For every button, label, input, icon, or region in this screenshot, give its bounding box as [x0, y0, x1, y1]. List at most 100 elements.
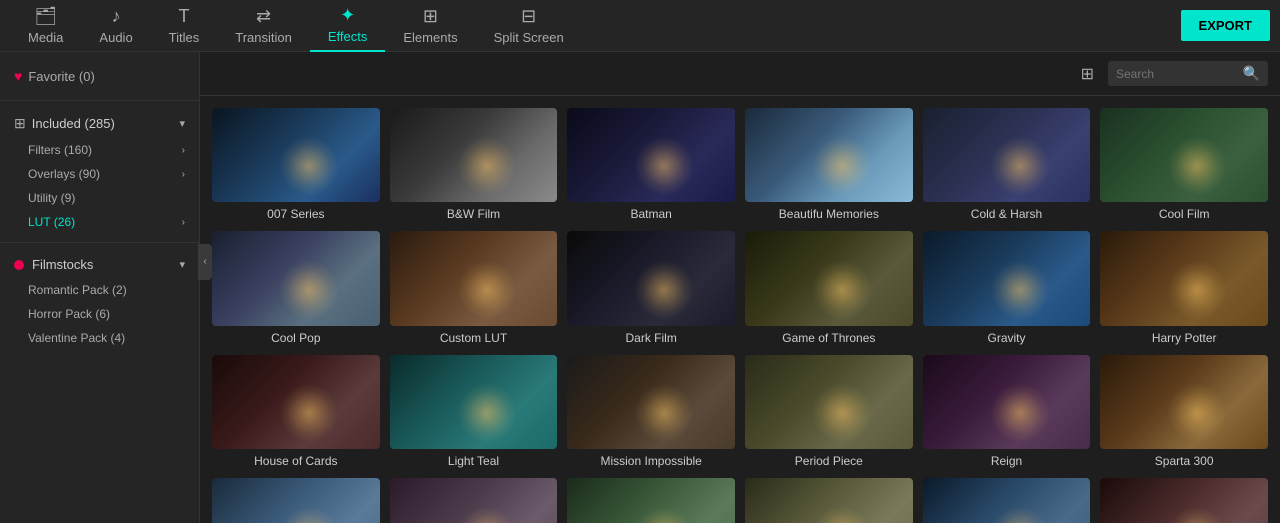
lens-flare-period [812, 383, 872, 443]
effect-item-batman[interactable]: Batman [567, 108, 735, 221]
nav-item-media[interactable]: 🗂 Media [10, 0, 81, 52]
sidebar-favorite[interactable]: ♥ Favorite (0) [0, 60, 199, 92]
nav-item-transition[interactable]: ⇄ Transition [217, 0, 310, 52]
effect-label-coolpop: Cool Pop [212, 331, 380, 345]
effect-thumb-img-hp [1100, 231, 1268, 325]
effect-item-got[interactable]: Game of Thrones [745, 231, 913, 344]
content-area: ⊞ 🔍 007 Series B&W Film BatmanBeautifu Mem… [200, 52, 1280, 523]
effect-thumb-b4 [745, 478, 913, 523]
effect-thumb-gravity [923, 231, 1091, 325]
effect-thumb-b6 [1100, 478, 1268, 523]
elements-icon: ⊞ [423, 6, 438, 27]
lens-flare-b5 [990, 506, 1050, 523]
nav-label-elements: Elements [403, 30, 457, 45]
effects-icon: ✦ [340, 5, 355, 26]
filmstocks-dot-icon [14, 260, 24, 270]
export-button[interactable]: EXPORT [1181, 10, 1270, 41]
effect-thumb-img-coolpop [212, 231, 380, 325]
nav-item-elements[interactable]: ⊞ Elements [385, 0, 475, 52]
lens-flare-coolpop [279, 260, 339, 320]
collapse-arrow-icon: ▾ [179, 258, 185, 271]
effect-item-gravity[interactable]: Gravity [923, 231, 1091, 344]
effect-thumb-b3 [567, 478, 735, 523]
effect-item-darkfilm[interactable]: Dark Film [567, 231, 735, 344]
transition-icon: ⇄ [256, 6, 271, 27]
effect-item-bw[interactable]: B&W Film [390, 108, 558, 221]
effect-label-lteal: Light Teal [390, 454, 558, 468]
nav-item-titles[interactable]: T Titles [151, 0, 218, 52]
effect-label-bw: B&W Film [390, 207, 558, 221]
effect-item-hp[interactable]: Harry Potter [1100, 231, 1268, 344]
effect-item-cold[interactable]: Cold & Harsh [923, 108, 1091, 221]
effect-item-b5[interactable] [923, 478, 1091, 523]
effect-label-sparta: Sparta 300 [1100, 454, 1268, 468]
search-icon: 🔍 [1243, 65, 1260, 82]
media-icon: 🗂 [34, 6, 57, 27]
effect-thumb-reign [923, 355, 1091, 449]
nav-label-splitscreen: Split Screen [494, 30, 564, 45]
effect-thumb-coolpop [212, 231, 380, 325]
sidebar-filmstocks[interactable]: Filmstocks ▾ [0, 251, 199, 278]
effect-thumb-img-reign [923, 355, 1091, 449]
effect-thumb-img-cold [923, 108, 1091, 202]
effect-thumb-img-b6 [1100, 478, 1268, 523]
lens-flare-got [812, 260, 872, 320]
effect-thumb-img-bw [390, 108, 558, 202]
effect-item-custom[interactable]: Custom LUT [390, 231, 558, 344]
sidebar-horror-pack[interactable]: Horror Pack (6) [0, 302, 199, 326]
sidebar-divider-1 [0, 100, 199, 101]
effect-item-mi[interactable]: Mission Impossible [567, 355, 735, 468]
effect-thumb-img-got [745, 231, 913, 325]
nav-item-effects[interactable]: ✦ Effects [310, 0, 386, 52]
effect-item-period[interactable]: Period Piece [745, 355, 913, 468]
effect-item-sparta[interactable]: Sparta 300 [1100, 355, 1268, 468]
sidebar-included-header[interactable]: ⊞ Included (285) ▾ [0, 109, 199, 138]
effect-thumb-img-b1 [212, 478, 380, 523]
sidebar-valentine-pack[interactable]: Valentine Pack (4) [0, 326, 199, 350]
effect-thumb-custom [390, 231, 558, 325]
sidebar-filters[interactable]: Filters (160) › [0, 138, 199, 162]
effect-label-007: 007 Series [212, 207, 380, 221]
effect-thumb-img-darkfilm [567, 231, 735, 325]
lut-label: LUT (26) [28, 215, 75, 229]
nav-label-transition: Transition [235, 30, 292, 45]
sidebar-utility[interactable]: Utility (9) [0, 186, 199, 210]
chevron-down-icon: ▾ [179, 117, 185, 130]
romantic-pack-label: Romantic Pack (2) [28, 283, 127, 297]
effect-item-lteal[interactable]: Light Teal [390, 355, 558, 468]
audio-icon: ♪ [112, 6, 121, 27]
effect-thumb-img-mi [567, 355, 735, 449]
grid-icon: ⊞ [14, 115, 26, 132]
effect-thumb-img-b2 [390, 478, 558, 523]
effect-label-custom: Custom LUT [390, 331, 558, 345]
lens-flare-cold [990, 136, 1050, 196]
sidebar-collapse-button[interactable]: ‹ [198, 244, 212, 280]
effect-label-gravity: Gravity [923, 331, 1091, 345]
lens-flare-b1 [279, 506, 339, 523]
nav-label-effects: Effects [328, 29, 368, 44]
effect-item-hoc[interactable]: House of Cards [212, 355, 380, 468]
effect-item-coolfilm[interactable]: Cool Film [1100, 108, 1268, 221]
effect-item-b3[interactable] [567, 478, 735, 523]
effect-item-memories[interactable]: Beautifu Memories [745, 108, 913, 221]
grid-view-button[interactable]: ⊞ [1077, 60, 1098, 88]
lens-flare-custom [457, 260, 517, 320]
effect-item-b4[interactable] [745, 478, 913, 523]
nav-label-media: Media [28, 30, 63, 45]
effect-label-hp: Harry Potter [1100, 331, 1268, 345]
lens-flare-bw [457, 136, 517, 196]
effect-item-b6[interactable] [1100, 478, 1268, 523]
effect-item-b1[interactable] [212, 478, 380, 523]
sidebar-overlays[interactable]: Overlays (90) › [0, 162, 199, 186]
effect-item-coolpop[interactable]: Cool Pop [212, 231, 380, 344]
search-input[interactable] [1116, 67, 1237, 81]
effect-item-reign[interactable]: Reign [923, 355, 1091, 468]
lens-flare-batman [634, 136, 694, 196]
sidebar-romantic-pack[interactable]: Romantic Pack (2) [0, 278, 199, 302]
effect-item-007[interactable]: 007 Series [212, 108, 380, 221]
effect-item-b2[interactable] [390, 478, 558, 523]
effect-thumb-hp [1100, 231, 1268, 325]
sidebar-lut[interactable]: LUT (26) › [0, 210, 199, 234]
nav-item-splitscreen[interactable]: ⊟ Split Screen [476, 0, 582, 52]
nav-item-audio[interactable]: ♪ Audio [81, 0, 150, 52]
